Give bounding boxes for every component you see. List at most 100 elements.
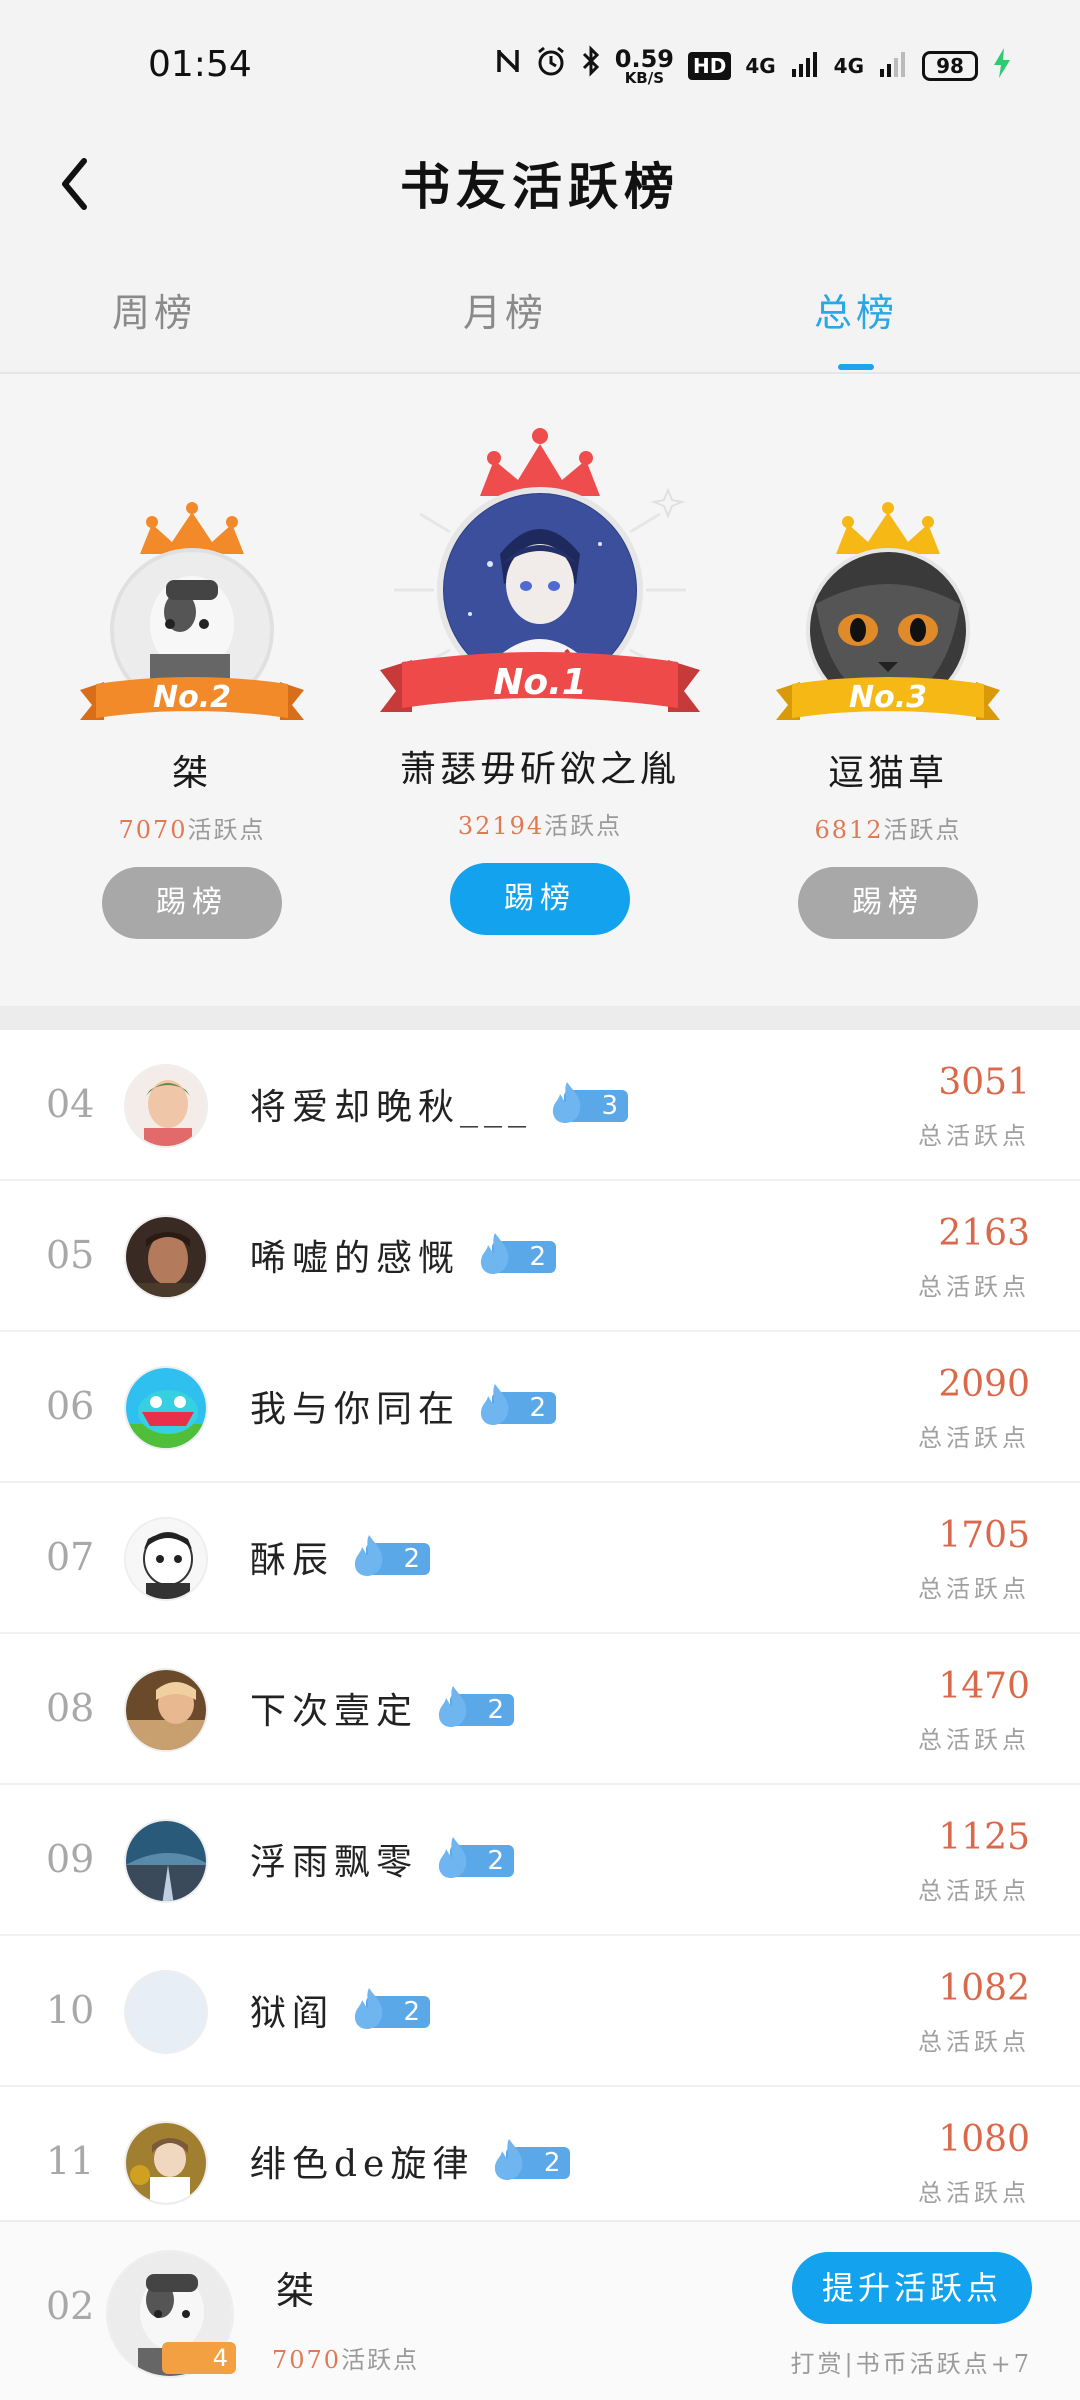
list-item[interactable]: 10 狱阎 2 1082 总活跃点 xyxy=(0,1936,1080,2087)
hd-icon: HD xyxy=(687,52,732,80)
list-item[interactable]: 04 将爱却晚秋___ 3 3051 总活跃点 xyxy=(0,1030,1080,1181)
podium-first: No.1 萧瑟毋斫欲之胤 32194活跃点 踢榜 xyxy=(380,414,700,935)
list-item[interactable]: 06 我与你同在 2 2090 总活跃点 xyxy=(0,1332,1080,1483)
status-icons: 0.59 KB/S HD 4G 4G 98 xyxy=(495,44,1012,88)
score-label: 总活跃点 xyxy=(918,2179,1030,2207)
network-type-2: 4G xyxy=(833,54,864,78)
status-time: 01:54 xyxy=(148,44,252,85)
avatar[interactable] xyxy=(124,1970,208,2054)
score-label: 总活跃点 xyxy=(918,1877,1030,1905)
ranking-list: 04 将爱却晚秋___ 3 3051 总活跃点 05 唏嘘的感慨 2 2163 … xyxy=(0,1030,1080,2238)
rank-badge-first: No.1 xyxy=(493,662,587,703)
boost-activity-button[interactable]: 提升活跃点 xyxy=(792,2252,1032,2324)
score-label: 总活跃点 xyxy=(918,1273,1030,1301)
winner-name: 萧瑟毋斫欲之胤 xyxy=(399,749,680,790)
user-name: 下次壹定 xyxy=(250,1691,419,1732)
winner-name: 逗猫草 xyxy=(827,753,948,794)
podium-third: No.3 逗猫草 6812活跃点 踢榜 xyxy=(776,484,1000,939)
podium: No.2 桀 7070活跃点 踢榜 No.1 萧瑟毋斫欲之胤 32194活跃点 … xyxy=(0,374,1080,1006)
bluetooth-icon xyxy=(581,44,601,88)
rank-badge-second: No.2 xyxy=(153,680,231,715)
nfc-icon xyxy=(495,46,521,87)
score-value: 1705 xyxy=(938,1515,1030,1556)
kick-button-first[interactable]: 踢榜 xyxy=(450,863,630,935)
section-divider xyxy=(0,1006,1080,1030)
score-label: 总活跃点 xyxy=(918,1122,1030,1150)
signal-icon xyxy=(790,49,820,83)
kick-button-second[interactable]: 踢榜 xyxy=(102,867,282,939)
flame-icon xyxy=(438,1837,467,1878)
crown-icon xyxy=(480,428,600,496)
list-item[interactable]: 07 酥辰 2 1705 总活跃点 xyxy=(0,1483,1080,1634)
crown-icon xyxy=(836,502,940,554)
flame-icon xyxy=(438,1686,467,1727)
avatar-first[interactable]: No.1 xyxy=(380,414,700,740)
winner-points: 7070活跃点 xyxy=(118,816,266,844)
crown-icon xyxy=(140,502,244,554)
network-type-1: 4G xyxy=(745,54,776,78)
score-value: 3051 xyxy=(938,1062,1030,1103)
tab-monthly[interactable]: 月榜 xyxy=(405,282,605,337)
period-tabs: 周榜 月榜 总榜 xyxy=(0,262,1080,372)
rank-badge-third: No.3 xyxy=(849,680,927,715)
level-badge: 2 xyxy=(436,1686,516,1727)
user-name: 我与你同在 xyxy=(250,1389,461,1430)
avatar-second[interactable]: No.2 xyxy=(80,484,304,744)
avatar-third[interactable]: No.3 xyxy=(776,484,1000,744)
alarm-icon xyxy=(535,45,567,88)
list-item[interactable]: 11 绯色de旋律 2 1080 总活跃点 xyxy=(0,2087,1080,2238)
flame-icon xyxy=(480,1384,509,1425)
page-title: 书友活跃榜 xyxy=(400,157,680,216)
avatar[interactable] xyxy=(124,1366,208,1450)
header: 书友活跃榜 xyxy=(0,135,1080,235)
avatar[interactable] xyxy=(124,1517,208,1601)
score-label: 总活跃点 xyxy=(918,2028,1030,2056)
rank-number: 10 xyxy=(46,1988,95,2032)
rank-number: 05 xyxy=(46,1233,95,1277)
my-points: 7070活跃点 xyxy=(272,2346,420,2374)
rank-number: 06 xyxy=(46,1384,95,1428)
winner-points: 32194活跃点 xyxy=(457,812,623,840)
battery-icon: 98 xyxy=(922,51,978,81)
tab-indicator xyxy=(838,364,874,370)
tab-weekly[interactable]: 周榜 xyxy=(54,282,254,337)
score-value: 1082 xyxy=(938,1968,1030,2009)
network-speed: 0.59 KB/S xyxy=(614,44,674,87)
rank-number: 04 xyxy=(46,1082,95,1126)
winner-points: 6812活跃点 xyxy=(814,816,962,844)
list-item[interactable]: 05 唏嘘的感慨 2 2163 总活跃点 xyxy=(0,1181,1080,1332)
avatar[interactable] xyxy=(124,2121,208,2205)
list-item[interactable]: 08 下次壹定 2 1470 总活跃点 xyxy=(0,1634,1080,1785)
my-rank-number: 02 xyxy=(46,2284,95,2328)
score-label: 总活跃点 xyxy=(918,1424,1030,1452)
user-name: 唏嘘的感慨 xyxy=(250,1238,461,1279)
flame-icon xyxy=(552,1082,581,1123)
user-name: 狱阎 xyxy=(250,1993,335,2034)
avatar[interactable] xyxy=(124,1819,208,1903)
score-label: 总活跃点 xyxy=(918,1726,1030,1754)
user-name: 将爱却晚秋___ xyxy=(250,1087,533,1128)
score-value: 2090 xyxy=(938,1364,1030,1405)
tab-overall[interactable]: 总榜 xyxy=(756,282,956,337)
avatar[interactable] xyxy=(124,1215,208,1299)
level-badge: 2 xyxy=(352,1988,432,2029)
my-rank-bar: 02 4 桀 7070活跃点 提升活跃点 打赏|书币活跃点+7 xyxy=(0,2220,1080,2400)
kick-button-third[interactable]: 踢榜 xyxy=(798,867,978,939)
user-name: 浮雨飘零 xyxy=(250,1842,419,1883)
my-name: 桀 xyxy=(276,2269,315,2313)
flame-icon xyxy=(354,1535,383,1576)
level-badge: 2 xyxy=(478,1384,558,1425)
flame-icon xyxy=(354,1988,383,2029)
level-badge: 2 xyxy=(352,1535,432,1576)
podium-second: No.2 桀 7070活跃点 踢榜 xyxy=(80,484,304,939)
charging-icon xyxy=(992,47,1012,86)
level-badge: 3 xyxy=(550,1082,630,1123)
avatar[interactable] xyxy=(124,1668,208,1752)
score-value: 1125 xyxy=(938,1817,1030,1858)
rank-number: 07 xyxy=(46,1535,95,1579)
avatar[interactable] xyxy=(124,1064,208,1148)
my-level-badge: 4 xyxy=(162,2342,236,2374)
status-bar: 01:54 0.59 KB/S HD 4G 4G 98 xyxy=(0,0,1080,135)
list-item[interactable]: 09 浮雨飘零 2 1125 总活跃点 xyxy=(0,1785,1080,1936)
rank-number: 08 xyxy=(46,1686,95,1730)
